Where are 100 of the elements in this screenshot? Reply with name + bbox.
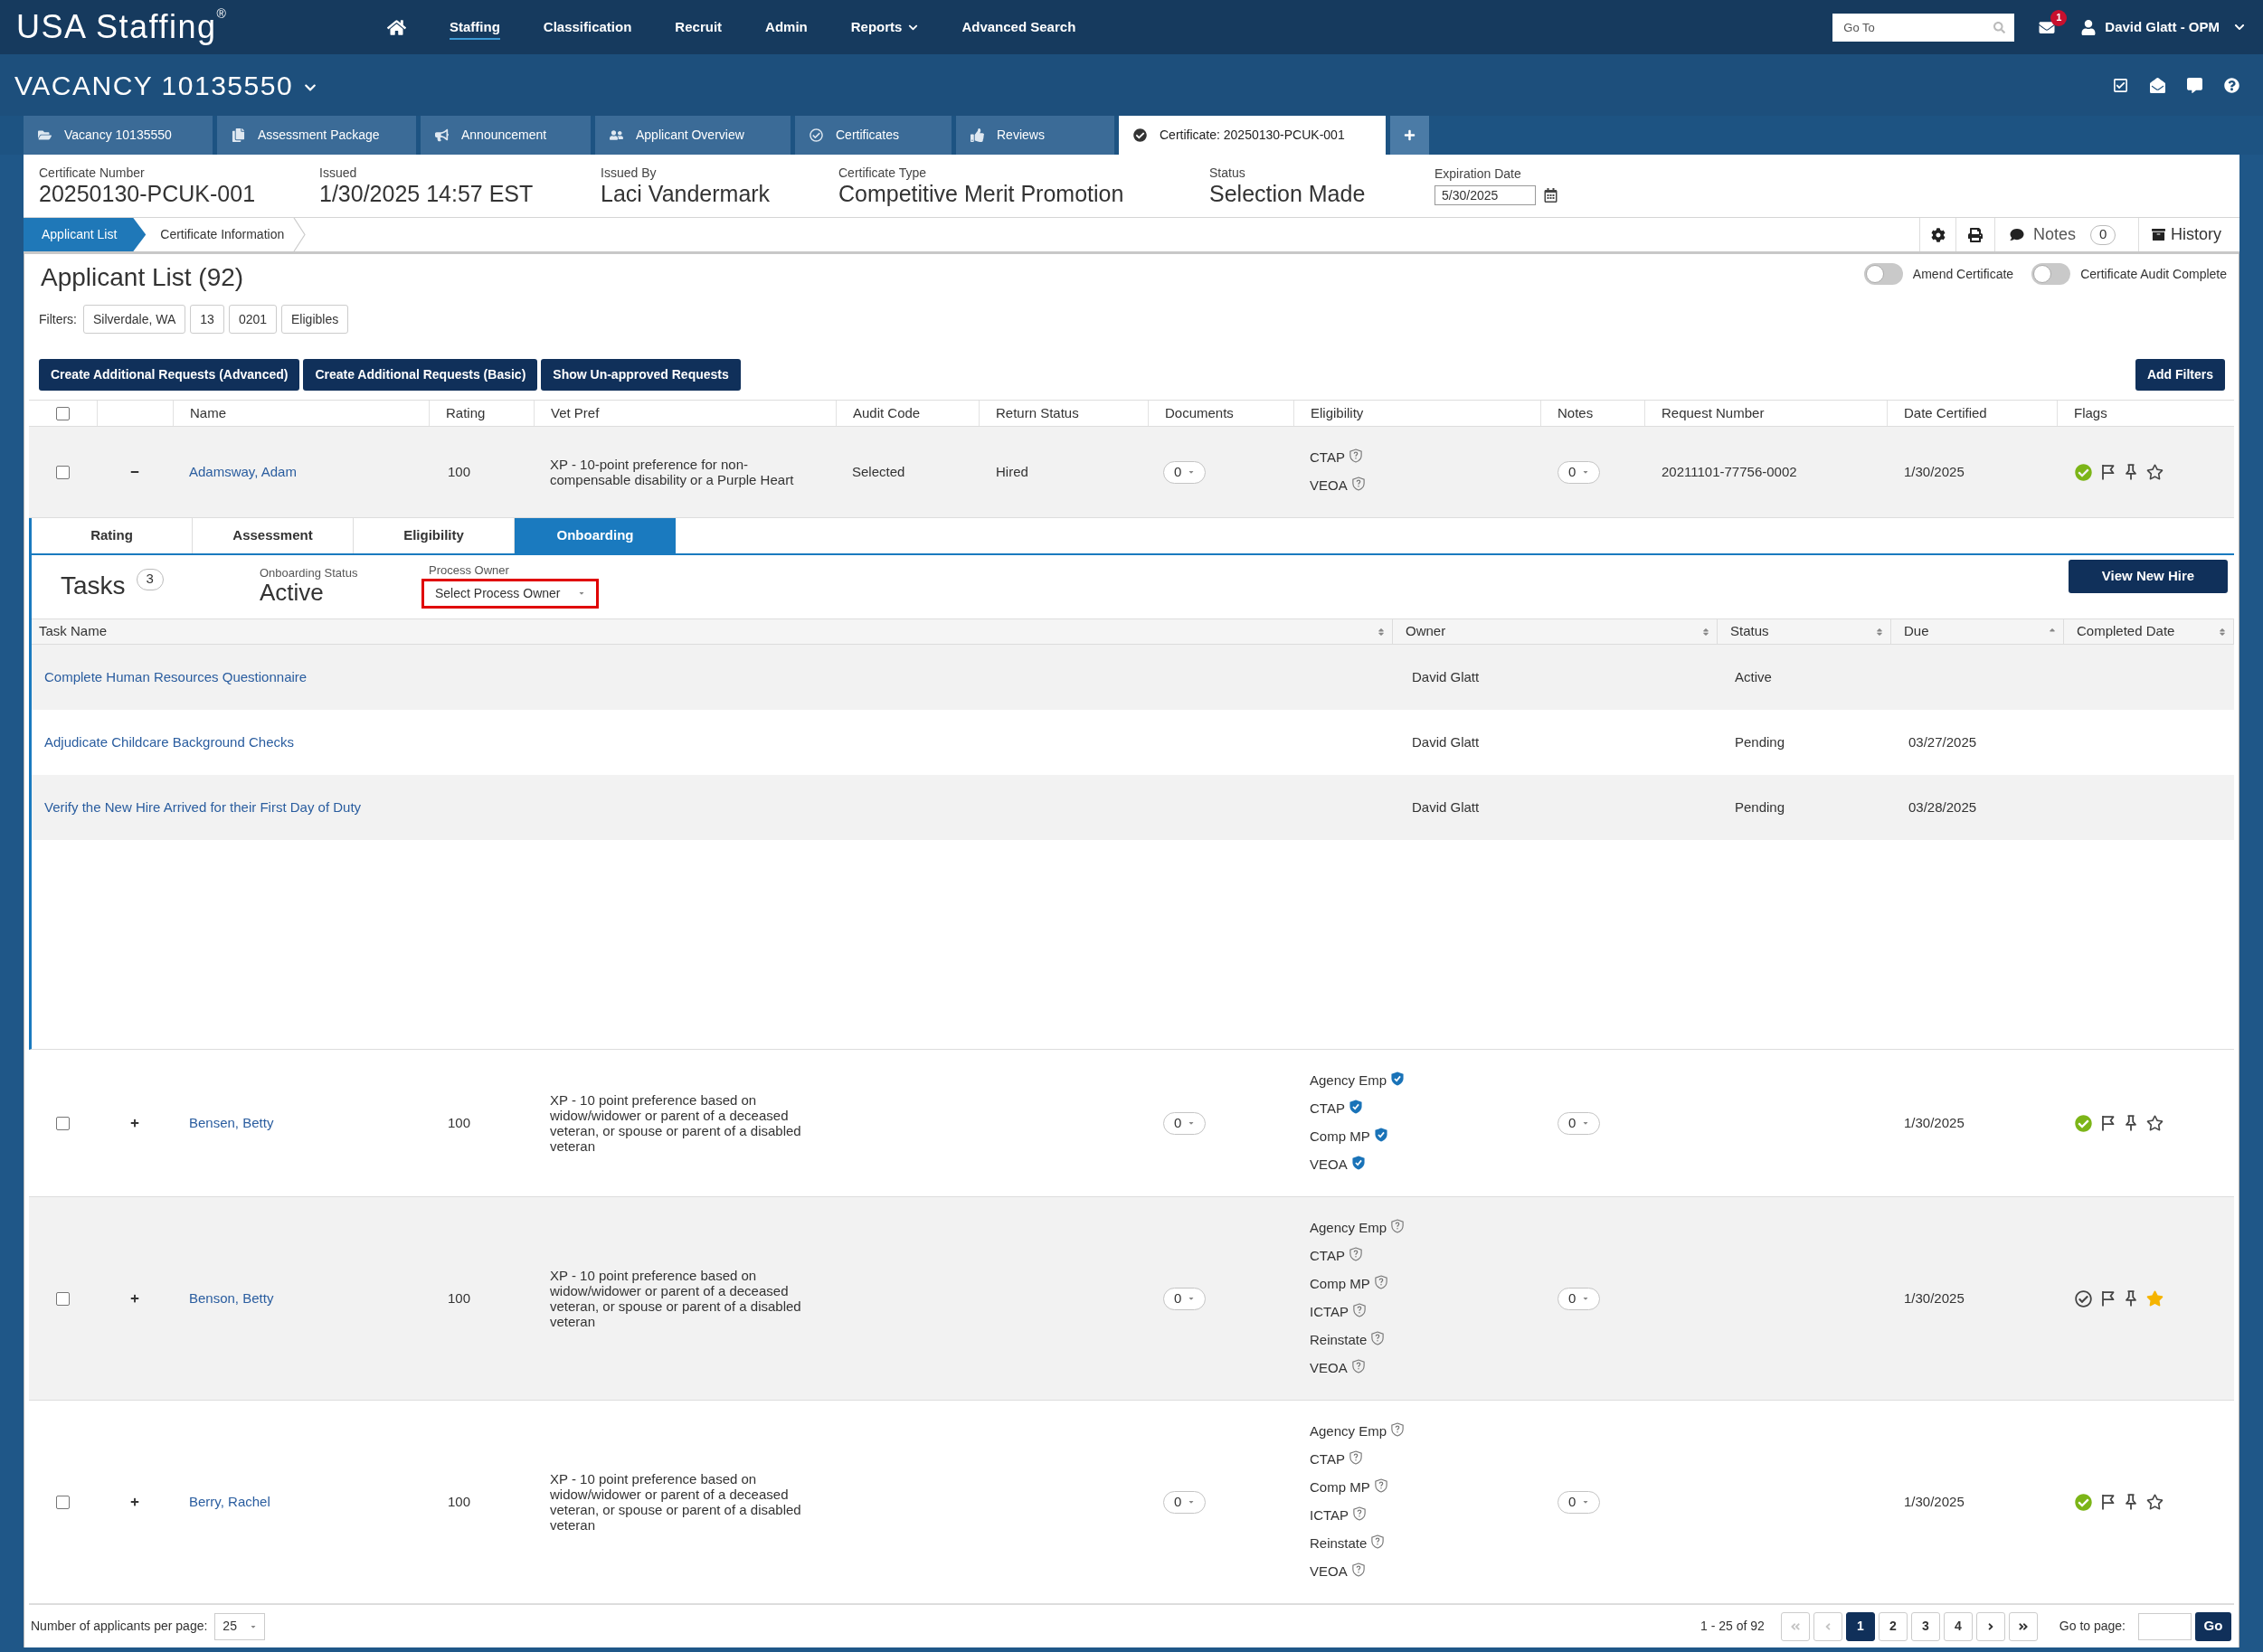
pin-icon[interactable] xyxy=(2125,1115,2137,1131)
home-icon[interactable] xyxy=(387,18,406,36)
tab[interactable]: Vacancy 10135550 xyxy=(24,116,213,155)
flag-icon[interactable] xyxy=(2101,1494,2116,1510)
tab[interactable]: Reviews xyxy=(956,116,1114,155)
column-header[interactable]: Documents xyxy=(1165,402,1234,424)
notes-dropdown[interactable]: 0 xyxy=(1558,1111,1601,1135)
task-name-link[interactable]: Verify the New Hire Arrived for their First Day of Duty xyxy=(44,798,362,815)
flag-icon[interactable] xyxy=(2101,464,2116,480)
column-header[interactable]: Audit Code xyxy=(853,402,921,424)
go-to-field[interactable]: Go To xyxy=(1832,13,2015,42)
applicant-name-link[interactable]: Benson, Betty xyxy=(189,1289,274,1306)
sort-icon[interactable] xyxy=(1876,627,1883,637)
tab[interactable]: Announcement xyxy=(421,116,591,155)
vacancy-title[interactable]: VACANCY 10135550 xyxy=(14,64,317,106)
nav-link[interactable]: Staffing xyxy=(450,14,500,40)
column-header[interactable]: Owner xyxy=(1406,621,1446,642)
task-name-link[interactable]: Adjudicate Childcare Background Checks xyxy=(44,733,294,750)
nav-link[interactable]: Reports xyxy=(850,14,919,40)
date-field[interactable]: 5/30/2025 xyxy=(1434,185,1536,205)
checkbox-icon[interactable] xyxy=(2113,77,2128,93)
help-icon[interactable] xyxy=(2224,77,2239,93)
detail-tab[interactable]: Onboarding xyxy=(515,518,676,553)
open-envelope-icon[interactable] xyxy=(2150,77,2165,93)
page-number-field[interactable] xyxy=(2138,1612,2192,1640)
column-header[interactable]: Eligibility xyxy=(1311,402,1364,424)
task-name-link[interactable]: Complete Human Resources Questionnaire xyxy=(44,668,308,684)
documents-dropdown[interactable]: 0 xyxy=(1163,460,1207,484)
breadcrumb-tab[interactable]: Certificate Information xyxy=(146,218,294,251)
flag-icon[interactable] xyxy=(2101,1115,2116,1131)
add-filters-button[interactable]: Add Filters xyxy=(2135,359,2225,391)
row-checkbox[interactable] xyxy=(56,1116,70,1130)
documents-dropdown[interactable]: 0 xyxy=(1163,1490,1207,1514)
nav-link[interactable]: Classification xyxy=(543,14,632,40)
toggle-switch[interactable] xyxy=(2031,263,2071,285)
column-header[interactable]: Task Name xyxy=(39,621,108,642)
flag-icon[interactable] xyxy=(2101,1290,2116,1307)
pin-icon[interactable] xyxy=(2125,1290,2137,1307)
process-owner-select[interactable]: Select Process Owner xyxy=(421,578,599,609)
action-button[interactable]: Show Un-approved Requests xyxy=(541,359,741,391)
select-all-checkbox[interactable] xyxy=(56,406,70,420)
column-header[interactable]: Completed Date xyxy=(2077,621,2175,642)
pin-icon[interactable] xyxy=(2125,1494,2137,1510)
column-header[interactable]: Due xyxy=(1904,621,1929,642)
column-header[interactable]: Status xyxy=(1730,621,1769,642)
star-icon[interactable] xyxy=(2146,1494,2164,1510)
notes-dropdown[interactable]: 0 xyxy=(1558,1287,1601,1310)
column-header[interactable]: Rating xyxy=(446,402,486,424)
nav-link[interactable]: Advanced Search xyxy=(961,14,1076,40)
row-checkbox[interactable] xyxy=(56,1495,70,1509)
column-header[interactable]: Date Certified xyxy=(1904,402,1987,424)
column-header[interactable]: Notes xyxy=(1558,402,1594,424)
tab[interactable]: Certificate: 20250130-PCUK-001 xyxy=(1119,116,1386,155)
view-new-hire-button[interactable]: View New Hire xyxy=(2069,560,2228,593)
plus-icon[interactable] xyxy=(130,1497,139,1506)
star-icon[interactable] xyxy=(2146,1290,2164,1307)
filter-chip[interactable]: 0201 xyxy=(228,305,278,334)
per-page-select[interactable]: 25 xyxy=(214,1612,266,1640)
notes-dropdown[interactable]: 0 xyxy=(1558,460,1601,484)
tab[interactable]: Certificates xyxy=(795,116,952,155)
tab[interactable]: Applicant Overview xyxy=(595,116,791,155)
filter-chip[interactable]: 13 xyxy=(190,305,224,334)
page-button[interactable]: 1 xyxy=(1845,1611,1875,1641)
star-icon[interactable] xyxy=(2146,464,2164,480)
page-button[interactable]: 3 xyxy=(1910,1611,1940,1641)
applicant-name-link[interactable]: Berry, Rachel xyxy=(189,1493,270,1509)
action-button[interactable]: Create Additional Requests (Advanced) xyxy=(39,359,300,391)
last-page-button[interactable] xyxy=(2008,1611,2038,1641)
sort-icon[interactable] xyxy=(1702,627,1709,637)
sort-icon[interactable] xyxy=(2219,627,2226,637)
plus-icon[interactable] xyxy=(130,1294,139,1303)
applicant-name-link[interactable]: Bensen, Betty xyxy=(189,1114,274,1130)
mail-icon[interactable] xyxy=(2038,19,2057,35)
add-tab-button[interactable] xyxy=(1390,116,1429,155)
column-header[interactable]: Name xyxy=(190,402,226,424)
pin-icon[interactable] xyxy=(2125,464,2137,480)
sort-icon[interactable] xyxy=(1378,627,1385,637)
action-button[interactable]: Create Additional Requests (Basic) xyxy=(303,359,538,391)
row-checkbox[interactable] xyxy=(56,1291,70,1306)
nav-link[interactable]: Admin xyxy=(765,14,808,40)
notes-dropdown[interactable]: 0 xyxy=(1558,1490,1601,1514)
nav-link[interactable]: Recruit xyxy=(675,14,723,40)
go-button[interactable]: Go xyxy=(2195,1611,2231,1641)
chat-icon[interactable] xyxy=(2187,77,2202,93)
tab[interactable]: Assessment Package xyxy=(217,116,416,155)
page-button[interactable]: 4 xyxy=(1943,1611,1973,1641)
documents-dropdown[interactable]: 0 xyxy=(1163,1287,1207,1310)
column-header[interactable]: Flags xyxy=(2074,402,2107,424)
star-icon[interactable] xyxy=(2146,1115,2164,1131)
plus-icon[interactable] xyxy=(130,1119,139,1128)
column-header[interactable]: Request Number xyxy=(1662,402,1765,424)
user-menu[interactable]: David Glatt - OPM xyxy=(2081,16,2245,38)
row-checkbox[interactable] xyxy=(56,465,70,479)
breadcrumb-tab[interactable]: Applicant List xyxy=(24,218,147,251)
filter-chip[interactable]: Eligibles xyxy=(281,305,349,334)
applicant-name-link[interactable]: Adamsway, Adam xyxy=(189,463,297,479)
documents-dropdown[interactable]: 0 xyxy=(1163,1111,1207,1135)
column-header[interactable]: Vet Pref xyxy=(551,402,600,424)
calendar-icon[interactable] xyxy=(1544,188,1558,203)
column-header[interactable]: Return Status xyxy=(996,402,1079,424)
